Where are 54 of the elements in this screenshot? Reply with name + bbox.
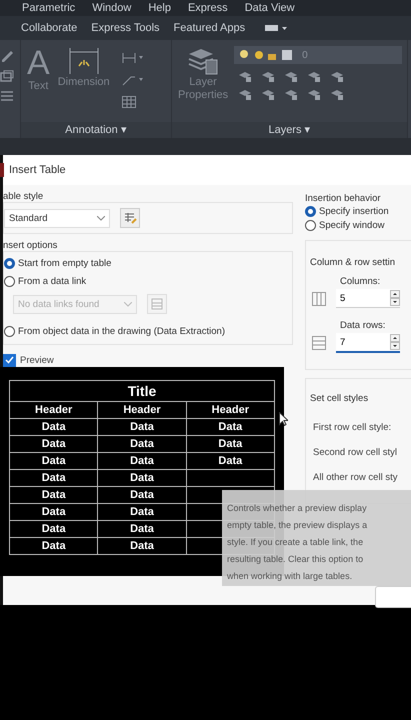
menu-item[interactable]: Window	[92, 2, 132, 14]
number-spinner[interactable]: 5	[336, 289, 400, 308]
table-cell: Data	[98, 538, 186, 554]
table-cell: Data	[98, 470, 186, 486]
table-cell: Data	[186, 418, 274, 436]
radio-option[interactable]: Specify window	[305, 218, 411, 232]
table-cell: Data	[98, 418, 186, 436]
table-cell: Data	[186, 452, 274, 470]
ribbon-tab[interactable]: Collaborate	[21, 22, 78, 34]
table-cell: Data	[98, 452, 186, 470]
table-cell: Data	[98, 504, 186, 520]
radio-option[interactable]: From a data link	[4, 274, 292, 288]
preview-checkbox[interactable]: Preview	[3, 353, 293, 367]
header-cell: Header	[98, 402, 186, 418]
panel-label[interactable]: Layers ▾	[172, 122, 407, 138]
field-label: All other row cell sty	[312, 472, 398, 483]
group-label: Insertion behavior	[305, 192, 382, 204]
table-cell: Data	[10, 504, 98, 520]
menu-item[interactable]: Parametric	[22, 2, 76, 14]
spinner-label: Data rows:	[340, 320, 386, 331]
spinner-label: Columns:	[340, 276, 382, 287]
ribbon-tab[interactable]: Featured Apps	[174, 22, 246, 34]
table-cell: Data	[10, 470, 98, 486]
menu-item[interactable]: Help	[148, 2, 171, 14]
field-label: Second row cell styl	[312, 447, 398, 458]
table-cell: Data	[186, 436, 274, 452]
table-cell: Data	[10, 436, 98, 452]
menu-item[interactable]: Express	[188, 2, 228, 14]
group-label: able style	[3, 190, 44, 202]
table-cell: Data	[10, 520, 98, 538]
table-cell: Data	[10, 486, 98, 504]
table-cell: Data	[10, 452, 98, 470]
table-cell: Data	[98, 520, 186, 538]
radio-option[interactable]: From object data in the drawing (Data Extraction)	[4, 324, 292, 338]
panel-label[interactable]: Annotation ▾	[21, 122, 171, 138]
dialog-title: Insert Table	[9, 164, 66, 176]
table-title: Title	[10, 380, 274, 402]
group-label: nsert options	[3, 239, 58, 251]
table-cell: Data	[98, 436, 186, 452]
group-label: Set cell styles	[310, 392, 370, 404]
table-cell: Data	[10, 538, 98, 554]
radio-option[interactable]: Start from empty table	[4, 256, 292, 270]
radio-option[interactable]: Specify insertion	[305, 204, 411, 218]
menu-item[interactable]: Data View	[244, 2, 295, 14]
table-cell: Data	[10, 418, 98, 436]
number-spinner[interactable]: 7	[336, 333, 400, 353]
ribbon-tab[interactable]: Express Tools	[91, 22, 160, 34]
header-cell: Header	[186, 402, 274, 418]
field-label: First row cell style:	[312, 422, 392, 433]
tooltip-text: Controls whether a preview display empty table, the preview displays a style. If you create a table link, the resulting table. Clear this option to when working with large tables.	[227, 502, 368, 583]
table-style-dropdown[interactable]: Standard	[4, 208, 110, 228]
table-cell: Data	[98, 486, 186, 504]
header-cell: Header	[10, 402, 98, 418]
group-label: Column & row settin	[310, 256, 396, 268]
